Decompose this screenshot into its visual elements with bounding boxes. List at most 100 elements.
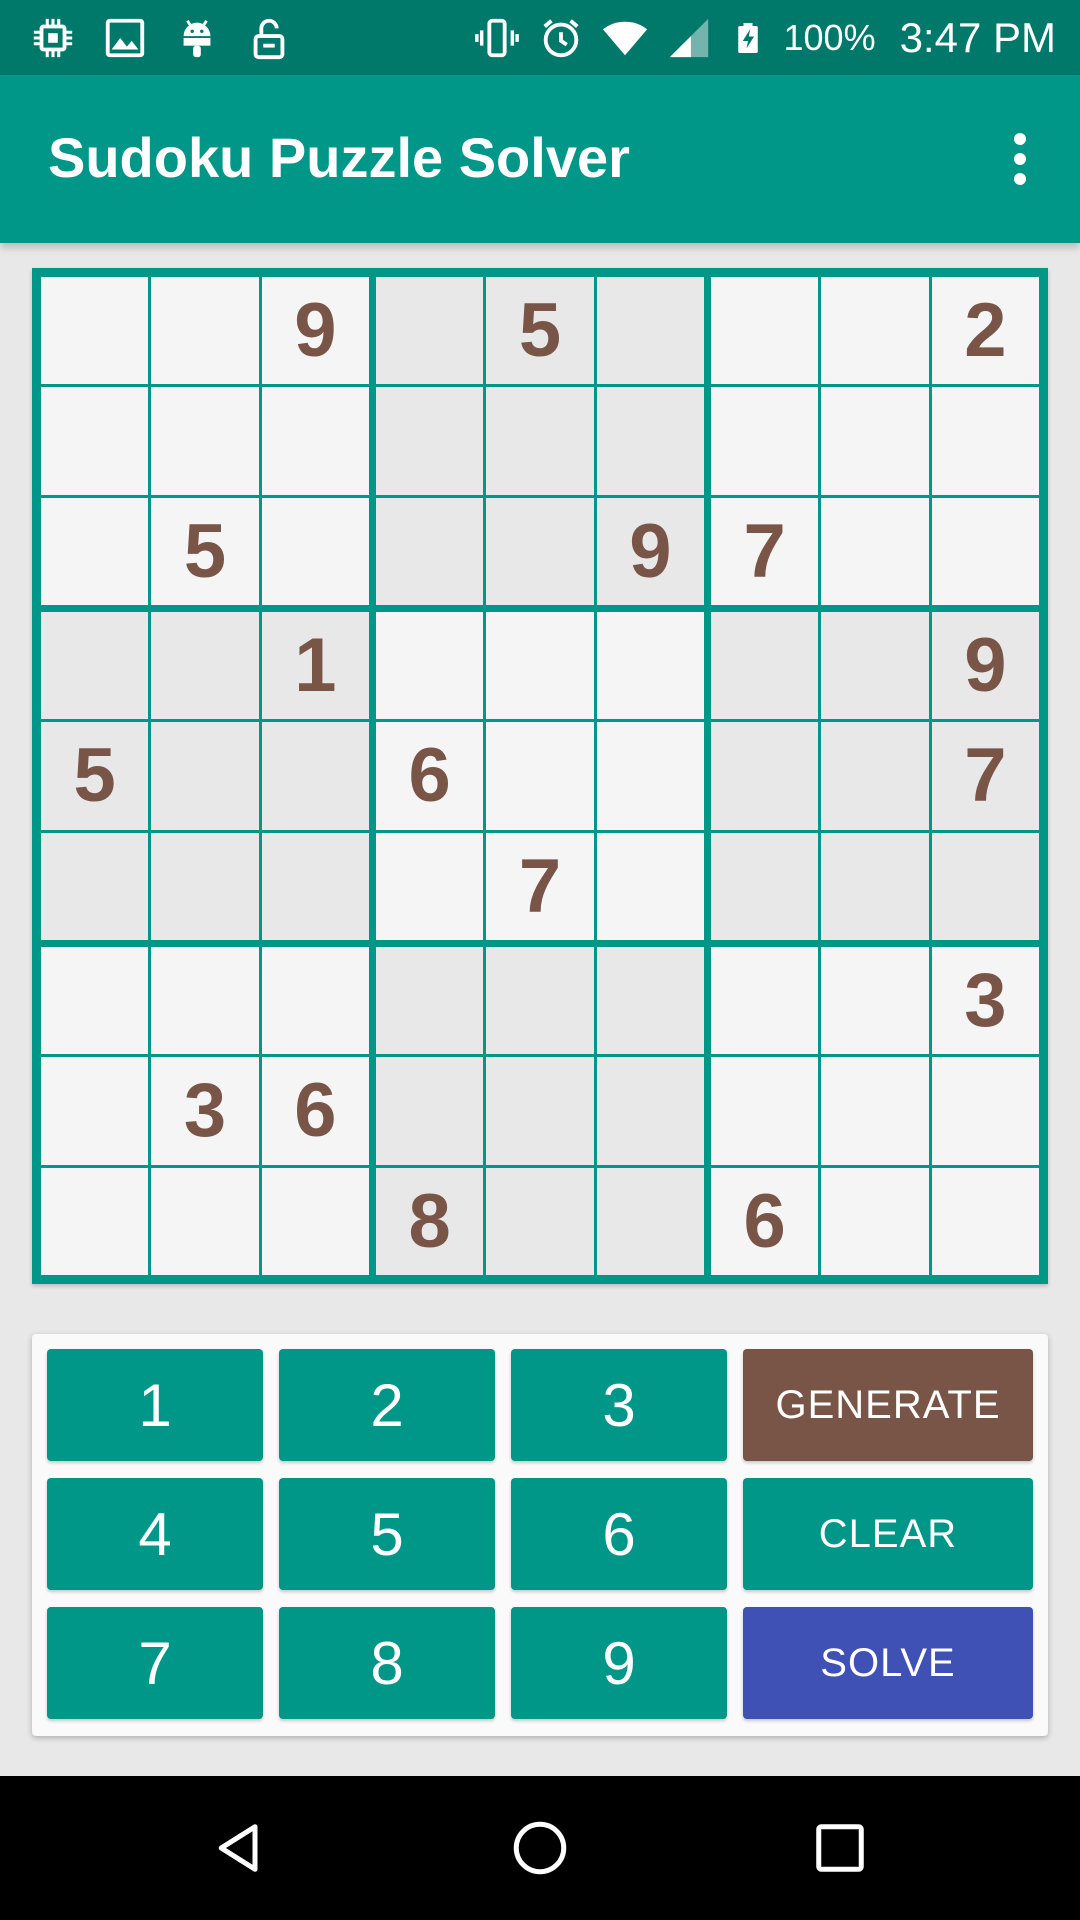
sudoku-cell[interactable] — [376, 497, 484, 605]
number-button-6[interactable]: 6 — [511, 1478, 727, 1590]
sudoku-cell[interactable]: 5 — [486, 277, 594, 385]
sudoku-cell[interactable]: 6 — [711, 1167, 819, 1275]
number-button-9[interactable]: 9 — [511, 1607, 727, 1719]
sudoku-cell[interactable] — [821, 722, 929, 830]
sudoku-cell[interactable] — [486, 722, 594, 830]
sudoku-cell[interactable] — [486, 1167, 594, 1275]
sudoku-cell[interactable] — [261, 1167, 369, 1275]
sudoku-cell[interactable] — [41, 612, 149, 720]
sudoku-cell[interactable]: 9 — [596, 497, 704, 605]
number-button-3[interactable]: 3 — [511, 1349, 727, 1461]
sudoku-cell[interactable]: 3 — [931, 947, 1039, 1055]
home-icon[interactable] — [504, 1812, 576, 1884]
sudoku-cell[interactable]: 8 — [376, 1167, 484, 1275]
sudoku-cell[interactable] — [486, 497, 594, 605]
sudoku-cell[interactable] — [41, 1167, 149, 1275]
sudoku-cell[interactable] — [821, 947, 929, 1055]
sudoku-cell[interactable] — [596, 722, 704, 830]
sudoku-cell[interactable] — [41, 387, 149, 495]
sudoku-cell[interactable] — [711, 612, 819, 720]
sudoku-cell[interactable]: 7 — [711, 497, 819, 605]
sudoku-cell[interactable]: 1 — [261, 612, 369, 720]
sudoku-cell[interactable] — [821, 612, 929, 720]
sudoku-cell[interactable] — [261, 387, 369, 495]
sudoku-cell[interactable] — [376, 612, 484, 720]
sudoku-cell[interactable]: 7 — [486, 832, 594, 940]
back-icon[interactable] — [204, 1812, 276, 1884]
sudoku-cell[interactable] — [486, 947, 594, 1055]
sudoku-cell[interactable]: 6 — [261, 1057, 369, 1165]
sudoku-cell[interactable] — [486, 612, 594, 720]
sudoku-cell[interactable] — [931, 1057, 1039, 1165]
recents-icon[interactable] — [804, 1812, 876, 1884]
sudoku-cell[interactable] — [151, 1167, 259, 1275]
sudoku-cell[interactable] — [931, 497, 1039, 605]
sudoku-cell[interactable] — [931, 832, 1039, 940]
sudoku-cell[interactable] — [821, 832, 929, 940]
solve-button[interactable]: SOLVE — [743, 1607, 1033, 1719]
sudoku-cell[interactable] — [376, 947, 484, 1055]
sudoku-cell[interactable] — [376, 387, 484, 495]
sudoku-cell[interactable] — [821, 1167, 929, 1275]
sudoku-cell[interactable] — [931, 387, 1039, 495]
sudoku-cell[interactable]: 7 — [931, 722, 1039, 830]
sudoku-cell[interactable]: 2 — [931, 277, 1039, 385]
sudoku-cell[interactable] — [261, 497, 369, 605]
sudoku-cell[interactable] — [261, 832, 369, 940]
sudoku-cell[interactable] — [821, 1057, 929, 1165]
sudoku-cell[interactable]: 9 — [931, 612, 1039, 720]
android-icon — [183, 19, 211, 58]
sudoku-cell[interactable] — [151, 277, 259, 385]
sudoku-cell[interactable]: 9 — [261, 277, 369, 385]
sudoku-cell[interactable] — [376, 277, 484, 385]
sudoku-cell[interactable] — [596, 832, 704, 940]
sudoku-cell[interactable]: 6 — [376, 722, 484, 830]
sudoku-cell[interactable] — [931, 1167, 1039, 1275]
sudoku-cell[interactable] — [596, 277, 704, 385]
sudoku-cell[interactable]: 5 — [151, 497, 259, 605]
number-button-1[interactable]: 1 — [47, 1349, 263, 1461]
sudoku-cell[interactable]: 5 — [41, 722, 149, 830]
sudoku-cell[interactable] — [596, 1057, 704, 1165]
sudoku-cell[interactable] — [41, 277, 149, 385]
number-button-2[interactable]: 2 — [279, 1349, 495, 1461]
sudoku-cell[interactable] — [151, 612, 259, 720]
number-button-4[interactable]: 4 — [47, 1478, 263, 1590]
navigation-bar — [0, 1776, 1080, 1920]
sudoku-cell[interactable] — [151, 947, 259, 1055]
generate-button[interactable]: GENERATE — [743, 1349, 1033, 1461]
sudoku-cell[interactable] — [821, 277, 929, 385]
more-vert-icon[interactable] — [1000, 125, 1040, 193]
cpu-icon — [33, 18, 73, 58]
sudoku-cell[interactable] — [376, 1057, 484, 1165]
sudoku-cell[interactable] — [711, 947, 819, 1055]
sudoku-cell[interactable] — [596, 387, 704, 495]
sudoku-cell[interactable] — [596, 1167, 704, 1275]
sudoku-cell[interactable] — [261, 947, 369, 1055]
sudoku-cell[interactable] — [711, 722, 819, 830]
sudoku-cell[interactable] — [821, 497, 929, 605]
number-button-8[interactable]: 8 — [279, 1607, 495, 1719]
clear-button[interactable]: CLEAR — [743, 1478, 1033, 1590]
sudoku-cell[interactable] — [711, 832, 819, 940]
sudoku-cell[interactable] — [711, 387, 819, 495]
sudoku-cell[interactable] — [596, 612, 704, 720]
number-button-7[interactable]: 7 — [47, 1607, 263, 1719]
sudoku-cell[interactable] — [486, 387, 594, 495]
sudoku-cell[interactable] — [41, 497, 149, 605]
number-button-5[interactable]: 5 — [279, 1478, 495, 1590]
sudoku-cell[interactable] — [376, 832, 484, 940]
sudoku-cell[interactable] — [821, 387, 929, 495]
sudoku-cell[interactable] — [486, 1057, 594, 1165]
sudoku-cell[interactable] — [41, 1057, 149, 1165]
sudoku-cell[interactable] — [151, 832, 259, 940]
sudoku-cell[interactable] — [711, 1057, 819, 1165]
sudoku-cell[interactable] — [151, 722, 259, 830]
sudoku-cell[interactable] — [41, 947, 149, 1055]
sudoku-cell[interactable] — [711, 277, 819, 385]
sudoku-cell[interactable] — [41, 832, 149, 940]
sudoku-cell[interactable] — [261, 722, 369, 830]
sudoku-cell[interactable] — [151, 387, 259, 495]
sudoku-cell[interactable]: 3 — [151, 1057, 259, 1165]
sudoku-cell[interactable] — [596, 947, 704, 1055]
